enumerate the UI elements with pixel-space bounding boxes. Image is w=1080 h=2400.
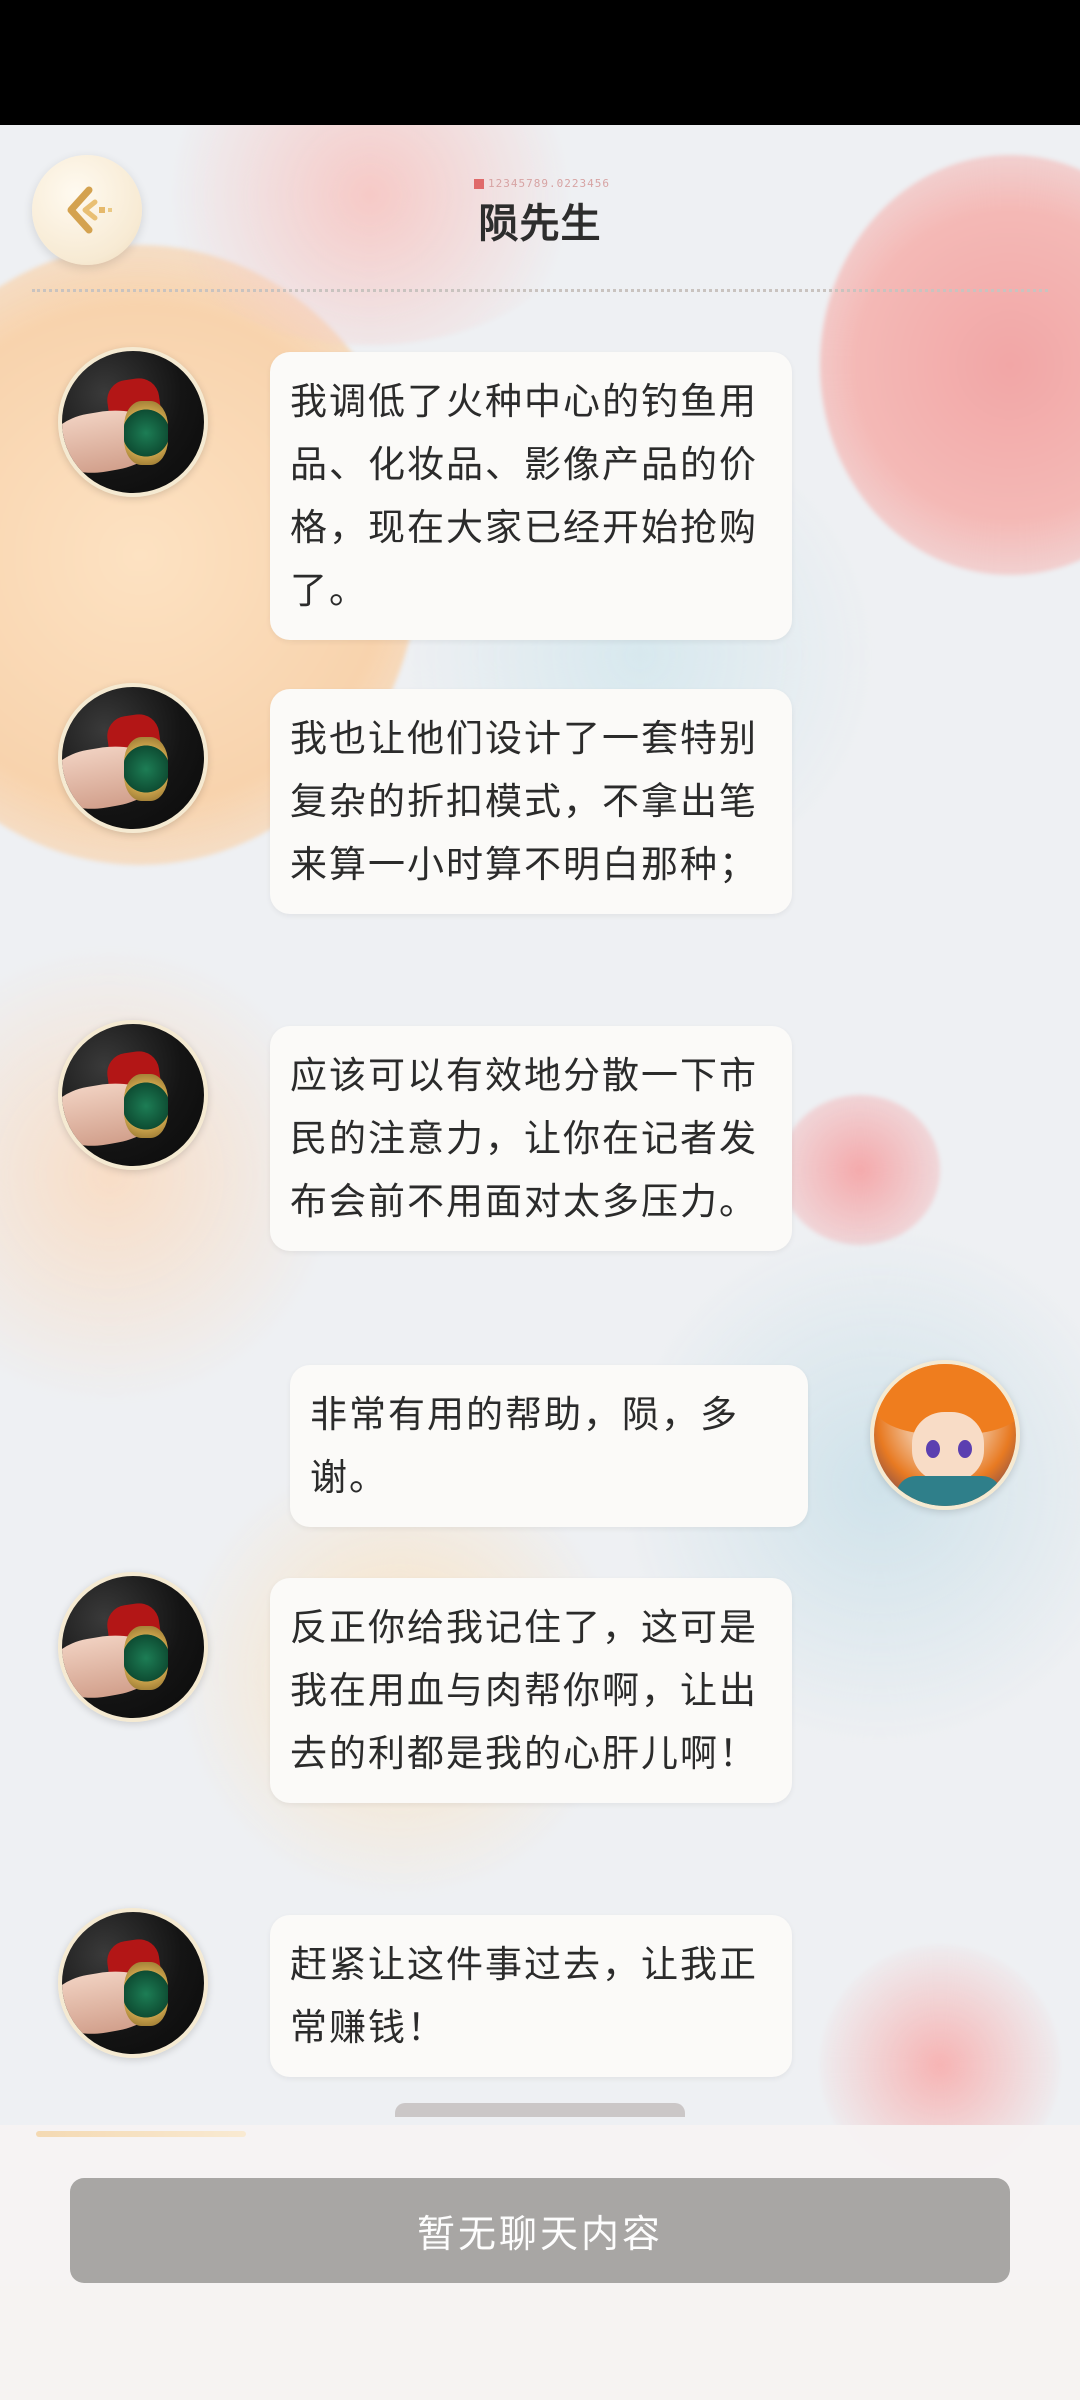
message-bubble: 反正你给我记住了，这可是我在用血与肉帮你啊，让出去的利都是我的心肝儿啊！ [270,1578,792,1803]
avatar-eye [926,1440,940,1458]
contact-avatar[interactable] [58,347,208,497]
bokeh-decoration [820,155,1080,575]
status-bar [0,0,1080,125]
bokeh-decoration [780,1095,940,1245]
contact-avatar[interactable] [58,1908,208,2058]
avatar-watch [124,401,168,465]
scroll-indicator [395,2103,685,2117]
message-bubble: 我调低了火种中心的钓鱼用品、化妆品、影像产品的价格，现在大家已经开始抢购了。 [270,352,792,640]
header-divider [32,289,1048,292]
page-title: 陨先生 [478,201,602,247]
back-button[interactable] [32,155,142,265]
chat-screen: 12345789.0223456 陨先生 我调低了火种中心的钓鱼用品、化妆品、影… [0,125,1080,2400]
message-bubble: 我也让他们设计了一套特别复杂的折扣模式，不拿出笔来算一小时算不明白那种； [270,689,792,914]
bottom-accent-line [36,2131,246,2137]
header-subtext: 12345789.0223456 [452,177,632,190]
empty-chat-button[interactable]: 暂无聊天内容 [70,2178,1010,2283]
avatar-scarf [896,1476,1002,1506]
avatar-watch [124,1962,168,2026]
contact-avatar[interactable] [58,1572,208,1722]
avatar-watch [124,1074,168,1138]
avatar-face [912,1412,984,1482]
message-bubble: 非常有用的帮助，陨，多谢。 [290,1365,808,1527]
avatar-watch [124,1626,168,1690]
tag-icon [474,179,485,189]
avatar-watch [124,737,168,801]
header-subtext-value: 12345789.0223456 [488,177,610,190]
contact-avatar[interactable] [58,1020,208,1170]
player-avatar[interactable] [870,1360,1020,1510]
chevron-left-icon [67,186,112,234]
contact-avatar[interactable] [58,683,208,833]
message-bubble: 应该可以有效地分散一下市民的注意力，让你在记者发布会前不用面对太多压力。 [270,1026,792,1251]
avatar-eye [958,1440,972,1458]
message-bubble: 赶紧让这件事过去，让我正常赚钱！ [270,1915,792,2077]
